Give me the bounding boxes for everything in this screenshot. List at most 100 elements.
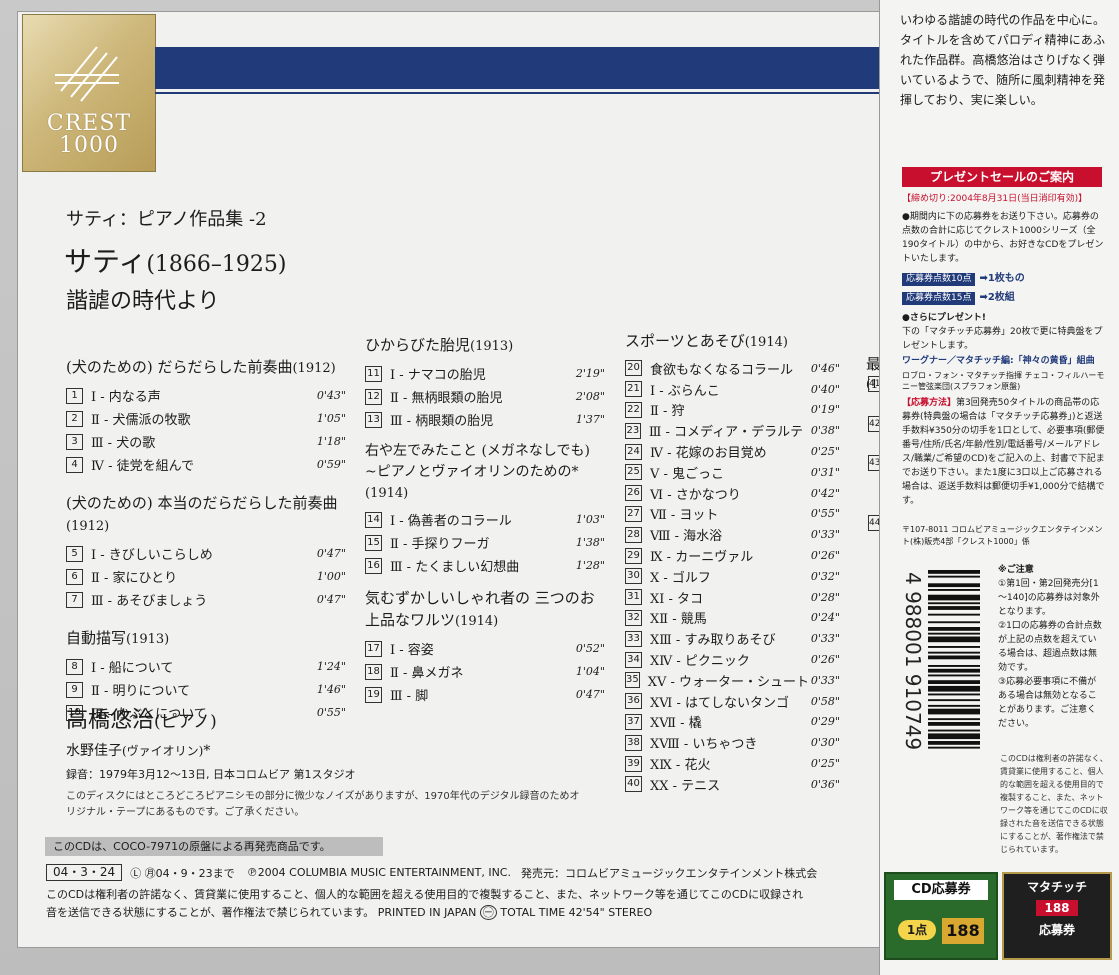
track-time: 1'24" xyxy=(316,660,346,673)
barcode-bar xyxy=(928,636,980,643)
track-name: Ⅷ - 海水浴 xyxy=(650,529,723,545)
track-time: 0'55" xyxy=(316,706,346,719)
tier-1: 応募券点数10点 ➡1枚もの xyxy=(902,272,1106,286)
barcode-bar xyxy=(928,583,980,588)
barcode-bar xyxy=(928,589,980,591)
wagner-title: ワーグナー／マタチッチ編:「神々の黄昏」組曲 xyxy=(902,356,1095,366)
track-row: 9 Ⅱ - 明りについて 1'46" xyxy=(66,678,346,701)
track-row: 37 ⅩⅦ - 橇 0'29" xyxy=(625,712,840,733)
logo-line1: CREST xyxy=(46,111,132,136)
rental-notice: Ⓛ ㊊04・9・23まで xyxy=(130,866,235,880)
track-row: 32 ⅩⅡ - 競馬 0'24" xyxy=(625,608,840,629)
track-time: 0'59" xyxy=(316,458,346,471)
track-number: 38 xyxy=(625,734,642,751)
track-name: ⅩⅧ - いちゃつき xyxy=(650,737,758,753)
application-method: 【応募方法】第3回発売50タイトルの商品帯の応募券(特典盤の場合は「マタチッチ応… xyxy=(902,396,1106,508)
track-name: Ⅰ - 偽善者のコラール xyxy=(390,514,512,529)
track-name: Ⅰ - 船について xyxy=(91,661,174,676)
partial-title: 最 xyxy=(866,355,882,373)
track-time: 0'47" xyxy=(575,688,605,701)
track-number: 27 xyxy=(625,505,642,522)
tier-2-tag: 応募券点数15点 xyxy=(902,292,976,305)
track-name: Ⅰ - 容姿 xyxy=(390,643,434,658)
track-number: 20 xyxy=(625,360,642,377)
track-row: 6 Ⅱ - 家にひとり 1'00" xyxy=(66,565,346,588)
track-name: ⅩⅣ - ピクニック xyxy=(650,654,750,670)
track-time: 0'24" xyxy=(810,611,840,625)
work-title: スポーツとあそび(1914) xyxy=(625,332,788,350)
track-row: 29 Ⅸ - カーニヴァル 0'26" xyxy=(625,545,840,566)
track-name: Ⅳ - 花嫁のお目覚め xyxy=(650,446,767,462)
track-number: 2 xyxy=(66,410,83,427)
track-row: 39 ⅩⅨ - 花火 0'25" xyxy=(625,753,840,774)
track-row: 30 Ⅹ - ゴルフ 0'32" xyxy=(625,566,840,587)
track-row: 1 Ⅰ - 内なる声 0'43" xyxy=(66,384,346,407)
track-name: Ⅱ - 狩 xyxy=(650,404,685,420)
copyright: ℗2004 COLUMBIA MUSIC ENTERTAINMENT, INC. xyxy=(246,866,511,879)
track-number: 8 xyxy=(66,658,83,675)
track-row: 40 ⅩⅩ - テニス 0'36" xyxy=(625,774,840,795)
crest-1000-logo: CREST 1000 xyxy=(22,14,156,172)
performer-name: 高橋悠治 xyxy=(66,708,155,733)
caution-notes: ※ご注意 ①第1回・第2回発売分[1～140]の応募券は対象外となります。 ②1… xyxy=(998,563,1104,731)
track-row: 5 Ⅰ - きびしいこらしめ 0'47" xyxy=(66,542,346,565)
track-number: 29 xyxy=(625,547,642,564)
tier-1-tag: 応募券点数10点 xyxy=(902,273,976,286)
track-row: 18 Ⅱ - 鼻メガネ 1'04" xyxy=(365,660,605,683)
barcode-bar xyxy=(928,621,980,624)
track-number: 23 xyxy=(625,422,641,439)
barcode-bar xyxy=(928,606,980,610)
barcode-number: 4 988001 910749 xyxy=(902,572,925,750)
track-row: 27 Ⅶ - ヨット 0'55" xyxy=(625,504,840,525)
track-time: 0'26" xyxy=(810,653,840,667)
barcode-bar xyxy=(928,733,980,740)
track-time: 0'25" xyxy=(810,757,840,771)
track-time: 2'19" xyxy=(575,367,605,380)
more-present-title: ●さらにプレゼント! xyxy=(902,313,986,323)
track-row: 7 Ⅲ - あそびましょう 0'47" xyxy=(66,588,346,611)
track-time: 0'36" xyxy=(810,777,840,791)
track-name: Ⅰ - ナマコの胎児 xyxy=(390,368,486,383)
track-time: 0'31" xyxy=(810,465,840,479)
footer-legal: このCDは権利者の許諾なく、賃貸業に使用すること、個人的な範囲を超える使用目的で… xyxy=(46,886,876,922)
track-time: 1'04" xyxy=(575,665,605,678)
barcode-bar xyxy=(928,594,980,601)
barcode-bar xyxy=(928,685,980,692)
coupon2-number: 188 xyxy=(1036,900,1078,916)
track-name: Ⅶ - ヨット xyxy=(650,508,719,524)
barcode-bar xyxy=(928,693,980,696)
track-time: 1'03" xyxy=(575,513,605,526)
track-row: 34 ⅩⅣ - ピクニック 0'26" xyxy=(625,649,840,670)
barcode-bar xyxy=(928,718,980,721)
track-number: 7 xyxy=(66,591,83,608)
matacic-coupon: マタチッチ 188 応募券 xyxy=(1002,872,1112,960)
track-number: 13 xyxy=(365,411,382,428)
track-row: 26 Ⅵ - さかなつり 0'42" xyxy=(625,483,840,504)
track-name: ⅩⅨ - 花火 xyxy=(650,758,711,774)
track-name: Ⅳ - 徒党を組んで xyxy=(91,459,194,474)
track-time: 0'33" xyxy=(810,673,840,687)
track-time: 1'18" xyxy=(316,435,346,448)
track-name: 食欲もなくなるコラール xyxy=(650,362,794,378)
track-row: 31 ⅩⅠ - タコ 0'28" xyxy=(625,587,840,608)
barcode-bar xyxy=(928,708,980,715)
track-number: 28 xyxy=(625,526,642,543)
track-number: 16 xyxy=(365,557,382,574)
track-row: 12 Ⅱ - 無柄眼類の胎児 2'08" xyxy=(365,385,605,408)
track-name: Ⅲ - あそびましょう xyxy=(91,594,208,609)
track-number: 36 xyxy=(625,693,642,710)
track-name: ⅩⅢ - すみ取りあそび xyxy=(650,633,776,649)
track-row: 4 Ⅳ - 徒党を組んで 0'59" xyxy=(66,453,346,476)
track-number: 11 xyxy=(365,365,382,382)
tier-2-reward: ➡2枚組 xyxy=(979,292,1015,303)
track-time: 1'46" xyxy=(316,683,346,696)
track-number: 22 xyxy=(625,401,642,418)
track-row: 24 Ⅳ - 花嫁のお目覚め 0'25" xyxy=(625,441,840,462)
track-number: 19 xyxy=(365,686,382,703)
violinist-role: (ヴァイオリン) xyxy=(122,744,204,758)
violinist-name: 水野佳子 xyxy=(66,743,122,759)
track-number: 9 xyxy=(66,681,83,698)
track-row: 15 Ⅱ - 手探りフーガ 1'38" xyxy=(365,531,605,554)
barcode-bar xyxy=(928,602,980,605)
composer-name: サティ xyxy=(64,245,147,278)
